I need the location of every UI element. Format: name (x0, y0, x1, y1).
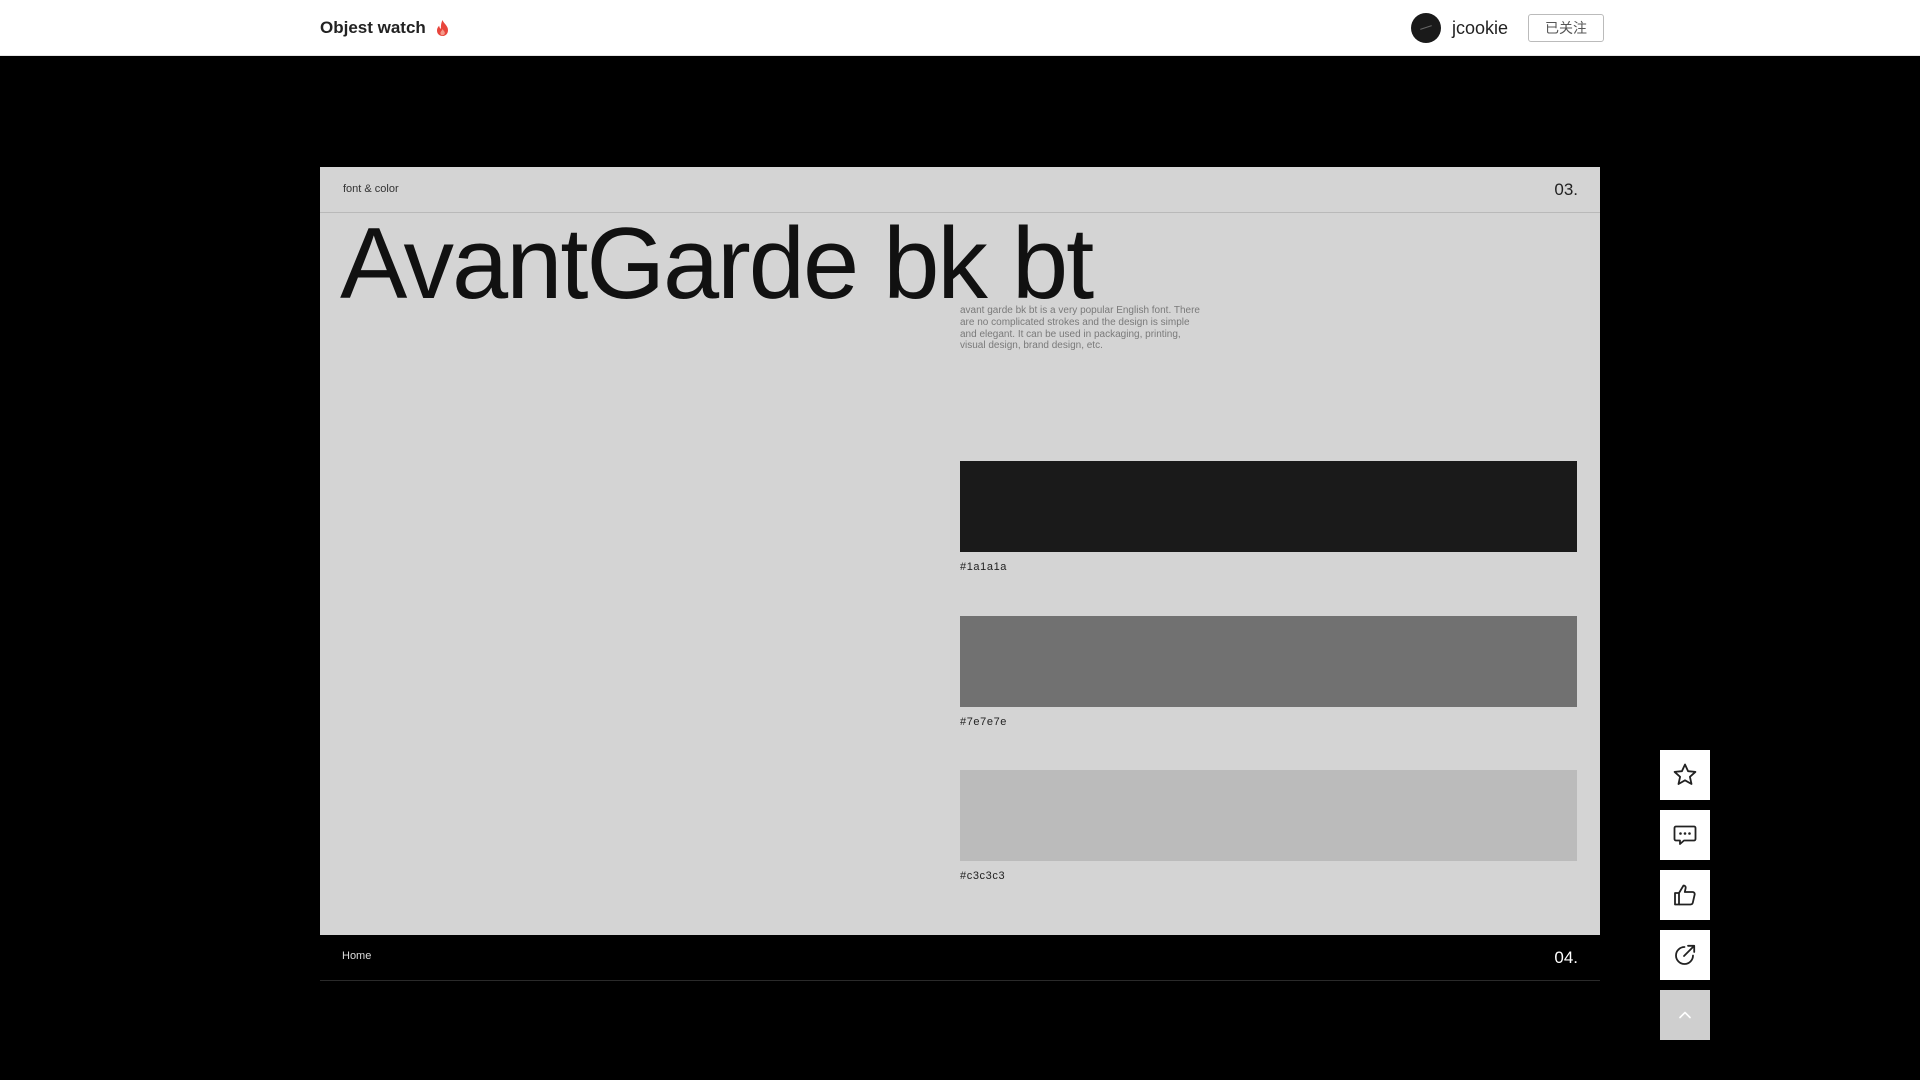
like-button[interactable] (1660, 870, 1710, 920)
swatch-fill (960, 616, 1577, 707)
avatar[interactable] (1411, 13, 1441, 43)
chevron-up-icon (1679, 1011, 1691, 1019)
star-icon (1673, 763, 1697, 785)
comment-icon (1673, 825, 1697, 845)
swatch-fill (960, 461, 1577, 552)
swatch-label: #1a1a1a (960, 561, 1008, 573)
color-swatch-1: #1a1a1a (960, 461, 1577, 573)
swatch-label: #c3c3c3 (960, 870, 1006, 882)
page-number: 03. (1554, 180, 1578, 199)
site-title[interactable]: Objest watch (320, 0, 450, 56)
back-to-top-button[interactable] (1660, 990, 1710, 1040)
next-slide-header: Home 04. (320, 935, 1600, 981)
comment-button[interactable] (1660, 810, 1710, 860)
username[interactable]: jcookie (1452, 18, 1508, 39)
share-button[interactable] (1660, 930, 1710, 980)
section-label: font & color (343, 183, 399, 195)
favorite-button[interactable] (1660, 750, 1710, 800)
next-page-number: 04. (1554, 948, 1578, 967)
follow-button[interactable]: 已关注 (1528, 14, 1605, 42)
thumbs-up-icon (1674, 884, 1696, 906)
color-swatch-3: #c3c3c3 (960, 770, 1577, 882)
swatch-fill (960, 770, 1577, 861)
swatch-label: #7e7e7e (960, 716, 1008, 728)
color-swatch-2: #7e7e7e (960, 616, 1577, 728)
site-title-text: Objest watch (320, 18, 426, 37)
user-area: jcookie 已关注 (1411, 0, 1605, 56)
floating-actions (1660, 750, 1710, 1040)
fire-icon (435, 19, 450, 37)
share-icon (1675, 944, 1696, 965)
top-bar: Objest watch jcookie 已关注 (0, 0, 1920, 56)
slide-font-color: font & color 03. AvantGarde bk bt avant … (320, 167, 1600, 935)
font-description: avant garde bk bt is a very popular Engl… (960, 305, 1200, 352)
home-label[interactable]: Home (342, 950, 371, 962)
